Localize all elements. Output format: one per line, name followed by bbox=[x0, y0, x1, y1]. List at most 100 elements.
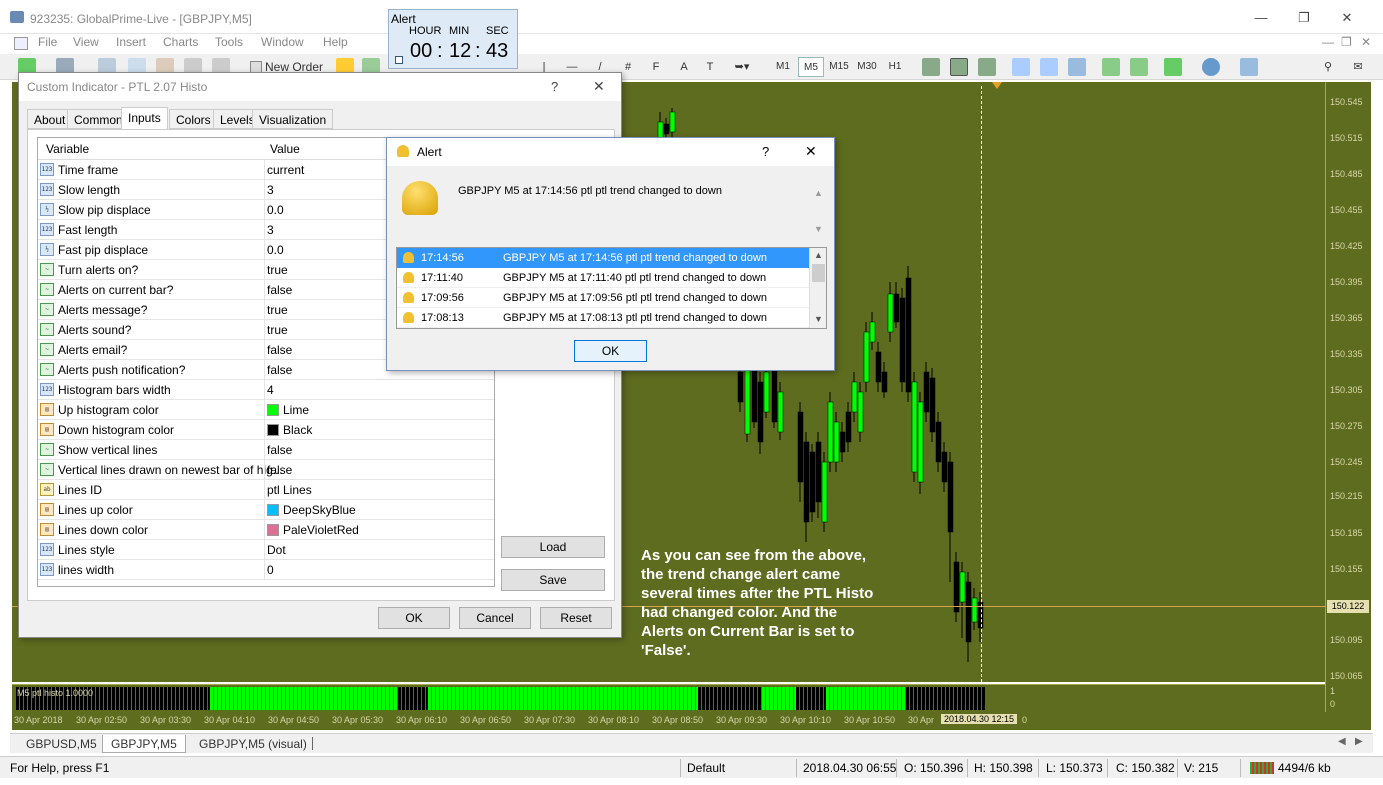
histogram-bar bbox=[702, 687, 705, 710]
timer-checkbox[interactable] bbox=[395, 56, 403, 64]
histogram-bar bbox=[966, 687, 969, 710]
alert-list-scrollbar[interactable]: ▲ ▼ bbox=[809, 248, 826, 328]
chat-icon[interactable]: ✉ bbox=[1346, 57, 1370, 77]
histogram-bar bbox=[414, 687, 417, 710]
alert-help-button[interactable]: ? bbox=[762, 144, 769, 159]
bar-chart-icon[interactable] bbox=[922, 58, 940, 76]
input-row[interactable]: ~ Show vertical lines false bbox=[38, 440, 494, 460]
connection-icon[interactable] bbox=[1250, 762, 1274, 774]
menu-insert[interactable]: Insert bbox=[116, 35, 146, 49]
menu-file[interactable]: File bbox=[38, 35, 57, 49]
message-scroll-up-icon[interactable]: ▲ bbox=[814, 188, 823, 198]
menu-help[interactable]: Help bbox=[323, 35, 348, 49]
input-row[interactable]: 123 Lines style Dot bbox=[38, 540, 494, 560]
indicators-icon[interactable] bbox=[1164, 58, 1182, 76]
input-row[interactable]: ▤ Lines down color PaleVioletRed bbox=[38, 520, 494, 540]
price-label: 150.245 bbox=[1330, 457, 1363, 467]
alert-entry[interactable]: 17:14:56 GBPJPY M5 at 17:14:56 ptl ptl tr… bbox=[397, 248, 809, 268]
dialog-close-button[interactable]: ✕ bbox=[593, 78, 605, 95]
tf-m15[interactable]: M15 bbox=[826, 57, 852, 77]
histogram-layer bbox=[16, 687, 985, 710]
input-row[interactable]: ▤ Down histogram color Black bbox=[38, 420, 494, 440]
dialog-title: Custom Indicator - PTL 2.07 Histo bbox=[27, 80, 208, 94]
tabs-scroll-left-icon[interactable]: ◀ bbox=[1338, 736, 1346, 747]
chart-shift-marker[interactable] bbox=[992, 82, 1002, 89]
periods-icon[interactable] bbox=[1202, 58, 1220, 76]
input-row[interactable]: ▤ Up histogram color Lime bbox=[38, 400, 494, 420]
histogram-bar bbox=[230, 687, 233, 710]
scroll-thumb[interactable] bbox=[812, 264, 825, 282]
histogram-subwindow[interactable]: M5 ptl histo 1.0000 bbox=[12, 684, 1325, 712]
arrows-button[interactable]: ➥▾ bbox=[728, 57, 756, 77]
tab-gbpjpy-m5[interactable]: GBPJPY,M5 bbox=[102, 735, 186, 753]
tab-colors[interactable]: Colors bbox=[169, 109, 218, 129]
input-row[interactable]: ~ Vertical lines drawn on newest bar of h… bbox=[38, 460, 494, 480]
templates-icon[interactable] bbox=[1240, 58, 1258, 76]
autoscroll-icon[interactable] bbox=[1102, 58, 1120, 76]
input-row[interactable]: ab Lines ID ptl Lines bbox=[38, 480, 494, 500]
cancel-button[interactable]: Cancel bbox=[459, 607, 531, 629]
scroll-down-icon[interactable]: ▼ bbox=[814, 314, 823, 324]
ok-button[interactable]: OK bbox=[378, 607, 450, 629]
load-button[interactable]: Load bbox=[501, 536, 605, 558]
mdi-restore-button[interactable]: ❐ bbox=[1341, 35, 1352, 49]
histogram-bar bbox=[374, 687, 377, 710]
tabs-scroll-right-icon[interactable]: ▶ bbox=[1355, 736, 1363, 747]
tf-m1[interactable]: M1 bbox=[770, 57, 796, 77]
alert-ok-button[interactable]: OK bbox=[574, 340, 647, 362]
alert-entry[interactable]: 17:08:13 GBPJPY M5 at 17:08:13 ptl ptl tr… bbox=[397, 308, 809, 328]
param-value-text: 3 bbox=[267, 223, 274, 237]
tab-gbpjpy-m5-visual[interactable]: GBPJPY,M5 (visual) bbox=[191, 735, 315, 753]
menu-tools[interactable]: Tools bbox=[215, 35, 243, 49]
menu-window[interactable]: Window bbox=[261, 35, 304, 49]
histogram-bar bbox=[656, 687, 659, 710]
save-button[interactable]: Save bbox=[501, 569, 605, 591]
histogram-bar bbox=[258, 687, 261, 710]
dialog-help-button[interactable]: ? bbox=[551, 79, 558, 94]
search-icon[interactable]: ⚲ bbox=[1318, 57, 1338, 77]
scroll-up-icon[interactable]: ▲ bbox=[814, 250, 823, 260]
candle-body bbox=[737, 371, 744, 403]
reset-button[interactable]: Reset bbox=[540, 607, 612, 629]
tf-h1[interactable]: H1 bbox=[882, 57, 908, 77]
zoom-out-icon[interactable] bbox=[1040, 58, 1058, 76]
param-name: Histogram bars width bbox=[58, 383, 171, 397]
menu-charts[interactable]: Charts bbox=[163, 35, 198, 49]
histogram-bar bbox=[338, 687, 341, 710]
histogram-bar bbox=[476, 687, 479, 710]
histogram-bar bbox=[954, 687, 957, 710]
tf-m5[interactable]: M5 bbox=[798, 57, 824, 77]
zoom-in-icon[interactable] bbox=[1012, 58, 1030, 76]
candle-chart-icon[interactable] bbox=[950, 58, 968, 76]
tab-inputs[interactable]: Inputs bbox=[121, 107, 168, 129]
param-value-text: false bbox=[267, 463, 293, 477]
status-divider bbox=[796, 759, 797, 777]
fibo-button[interactable]: F bbox=[646, 57, 666, 77]
alert-entry[interactable]: 17:09:56 GBPJPY M5 at 17:09:56 ptl ptl tr… bbox=[397, 288, 809, 308]
input-row[interactable]: ▤ Lines up color DeepSkyBlue bbox=[38, 500, 494, 520]
text-button[interactable]: A bbox=[674, 57, 694, 77]
alert-entry[interactable]: 17:11:40 GBPJPY M5 at 17:11:40 ptl ptl tr… bbox=[397, 268, 809, 288]
minimize-button[interactable]: — bbox=[1243, 6, 1279, 30]
message-scroll-down-icon[interactable]: ▼ bbox=[814, 224, 823, 234]
mdi-minimize-button[interactable]: — bbox=[1322, 35, 1334, 49]
param-value[interactable]: 0 bbox=[267, 563, 494, 582]
close-window-button[interactable]: ✕ bbox=[1329, 6, 1365, 30]
histogram-bar bbox=[906, 687, 909, 710]
label-button[interactable]: T bbox=[700, 57, 720, 77]
tab-gbpusd-m5[interactable]: GBPUSD,M5 bbox=[18, 735, 105, 753]
menu-view[interactable]: View bbox=[73, 35, 99, 49]
doc-icon bbox=[14, 37, 28, 50]
input-row[interactable]: 123 Histogram bars width 4 bbox=[38, 380, 494, 400]
maximize-button[interactable]: ❐ bbox=[1286, 6, 1322, 30]
tab-about[interactable]: About bbox=[27, 109, 73, 129]
line-chart-icon[interactable] bbox=[978, 58, 996, 76]
chart-shift-icon[interactable] bbox=[1130, 58, 1148, 76]
tf-m30[interactable]: M30 bbox=[854, 57, 880, 77]
alert-close-button[interactable]: ✕ bbox=[805, 143, 817, 160]
input-row[interactable]: 123 lines width 0 bbox=[38, 560, 494, 582]
histogram-bar bbox=[298, 687, 301, 710]
mdi-close-button[interactable]: ✕ bbox=[1361, 35, 1371, 49]
tile-windows-icon[interactable] bbox=[1068, 58, 1086, 76]
tab-visualization[interactable]: Visualization bbox=[252, 109, 334, 129]
